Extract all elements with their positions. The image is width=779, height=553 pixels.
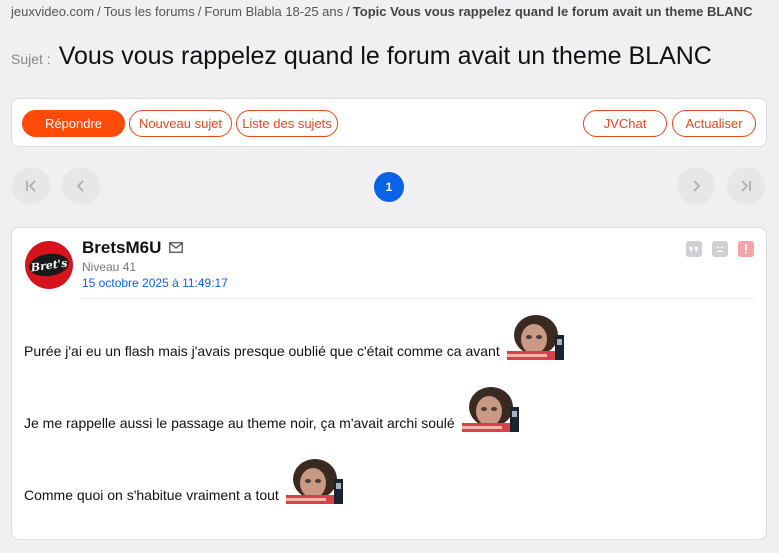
message-text: Purée j'ai eu un flash mais j'avais pres… <box>24 343 500 359</box>
topic-header: Sujet : Vous vous rappelez quand le foru… <box>11 42 712 71</box>
breadcrumb-current: Topic Vous vous rappelez quand le forum … <box>352 4 753 19</box>
sticker-image <box>503 313 571 365</box>
message-line: Je me rappelle aussi le passage au theme… <box>24 385 526 432</box>
breadcrumb-separator: / <box>346 4 350 19</box>
post-date-link[interactable]: 15 octobre 2025 à 11:49:17 <box>82 276 228 290</box>
alert-icon <box>745 244 747 254</box>
breadcrumb-home[interactable]: jeuxvideo.com <box>11 4 94 19</box>
message-text: Comme quoi on s'habitue vraiment a tout <box>24 487 279 503</box>
message-line: Purée j'ai eu un flash mais j'avais pres… <box>24 313 571 360</box>
next-page-button[interactable] <box>677 167 715 205</box>
refresh-button[interactable]: Actualiser <box>672 110 756 137</box>
message-line: Comme quoi on s'habitue vraiment a tout <box>24 457 350 504</box>
breadcrumb-separator: / <box>197 4 202 19</box>
post-divider <box>82 298 754 299</box>
sticker-image <box>282 457 350 509</box>
last-page-button[interactable] <box>727 167 765 205</box>
face-button[interactable] <box>712 241 728 257</box>
pagination: 1 <box>11 167 767 207</box>
page-current[interactable]: 1 <box>374 172 404 202</box>
breadcrumb: jeuxvideo.com / Tous les forums / Forum Blab… <box>11 4 752 19</box>
topic-prefix: Sujet : <box>11 51 51 67</box>
avatar[interactable]: Bret's <box>25 241 73 289</box>
post-message: Bret's BretsM6U Niveau 41 15 octobre 202… <box>11 227 767 540</box>
author-level: Niveau 41 <box>82 260 137 274</box>
prev-page-icon <box>76 180 84 192</box>
message-text: Je me rappelle aussi le passage au theme… <box>24 415 455 431</box>
topic-list-button[interactable]: Liste des sujets <box>236 110 338 137</box>
report-button[interactable] <box>738 241 754 257</box>
new-topic-button[interactable]: Nouveau sujet <box>129 110 232 137</box>
avatar-logo: Bret's <box>27 251 71 279</box>
reply-button[interactable]: Répondre <box>22 110 125 137</box>
breadcrumb-all-forums[interactable]: Tous les forums <box>104 4 195 19</box>
quote-button[interactable] <box>686 241 702 257</box>
prev-page-button[interactable] <box>62 167 100 205</box>
breadcrumb-forum[interactable]: Forum Blabla 18-25 ans <box>204 4 343 19</box>
mail-icon[interactable] <box>169 242 183 253</box>
first-page-icon <box>26 180 36 192</box>
quote-icon <box>689 246 698 252</box>
topic-toolbar: Répondre Nouveau sujet Liste des sujets … <box>11 98 767 147</box>
next-page-icon <box>693 180 701 192</box>
face-icon <box>716 246 724 252</box>
first-page-button[interactable] <box>12 167 50 205</box>
jvchat-button[interactable]: JVChat <box>583 110 667 137</box>
last-page-icon <box>741 180 751 192</box>
page-title: Vous vous rappelez quand le forum avait … <box>58 42 712 70</box>
sticker-image <box>458 385 526 437</box>
post-author[interactable]: BretsM6U <box>82 238 161 258</box>
breadcrumb-separator: / <box>97 4 101 19</box>
